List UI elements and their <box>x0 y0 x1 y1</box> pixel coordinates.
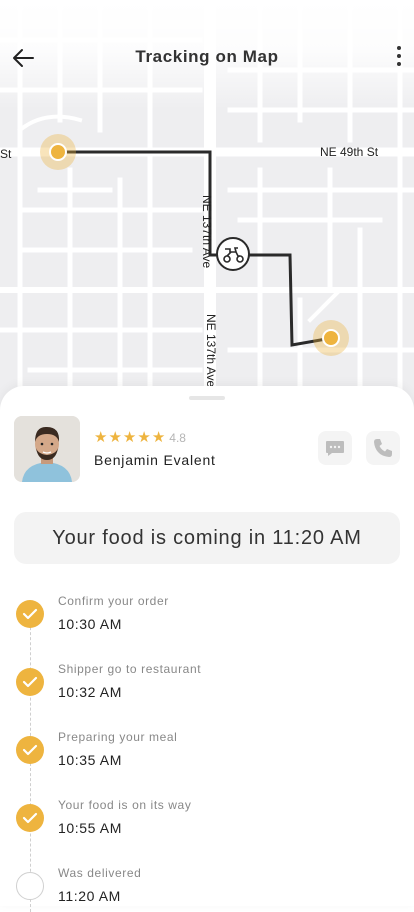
driver-name: Benjamin Evalent <box>94 452 216 468</box>
step-label: Shipper go to restaurant <box>58 662 202 676</box>
chat-icon <box>326 441 344 456</box>
chat-button[interactable] <box>318 431 352 465</box>
star-icon: ★ <box>94 429 108 446</box>
phone-icon <box>374 439 392 457</box>
rating-value: 4.8 <box>169 431 186 445</box>
step-time: 10:55 AM <box>58 820 122 836</box>
check-icon <box>16 668 44 696</box>
step-time: 10:32 AM <box>58 684 122 700</box>
driver-avatar <box>14 416 80 482</box>
driver-rating: ★★★★★ 4.8 <box>94 429 186 446</box>
scooter-icon[interactable] <box>216 237 250 271</box>
destination-pin-icon[interactable] <box>313 320 349 356</box>
street-label-49th: NE 49th St <box>320 145 379 159</box>
step-label: Was delivered <box>58 866 142 880</box>
star-icon: ★ <box>151 429 166 446</box>
street-label-137th-ave-bottom: NE 137th Ave <box>204 314 218 388</box>
timeline-step: Shipper go to restaurant 10:32 AM <box>0 644 414 704</box>
step-label: Preparing your meal <box>58 730 178 744</box>
timeline-step: Confirm your order 10:30 AM <box>0 576 414 636</box>
sheet-drag-handle[interactable] <box>189 396 225 400</box>
street-label-137th-ave-top: NE 137th Ave <box>200 195 214 269</box>
order-tracking-sheet: ★★★★★ 4.8 Benjamin Evalent Your food is c… <box>0 386 414 912</box>
top-bar: Tracking on Map <box>0 0 414 110</box>
timeline-step: Preparing your meal 10:35 AM <box>0 712 414 772</box>
star-icon: ★ <box>108 429 122 446</box>
more-options-button[interactable] <box>394 46 404 70</box>
call-button[interactable] <box>366 431 400 465</box>
check-icon <box>16 736 44 764</box>
page-title: Tracking on Map <box>135 47 279 66</box>
star-icon: ★ <box>137 429 151 446</box>
map-view[interactable]: NE 49th St St NE 137th Ave NE 137th Ave … <box>0 0 414 410</box>
step-time: 11:20 AM <box>58 888 121 904</box>
step-label: Your food is on its way <box>58 798 192 812</box>
star-icon: ★ <box>122 429 137 446</box>
step-label: Confirm your order <box>58 594 169 608</box>
origin-pin-icon[interactable] <box>40 134 76 170</box>
check-icon <box>16 600 44 628</box>
timeline-step: Your food is on its way 10:55 AM <box>0 780 414 840</box>
street-label-st: St <box>0 147 12 161</box>
more-vertical-icon <box>397 46 401 50</box>
check-icon <box>16 804 44 832</box>
timeline-step: Was delivered 11:20 AM <box>0 848 414 908</box>
step-time: 10:30 AM <box>58 616 122 632</box>
person-avatar-icon <box>14 416 80 482</box>
eta-banner: Your food is coming in 11:20 AM <box>14 512 400 564</box>
step-time: 10:35 AM <box>58 752 122 768</box>
